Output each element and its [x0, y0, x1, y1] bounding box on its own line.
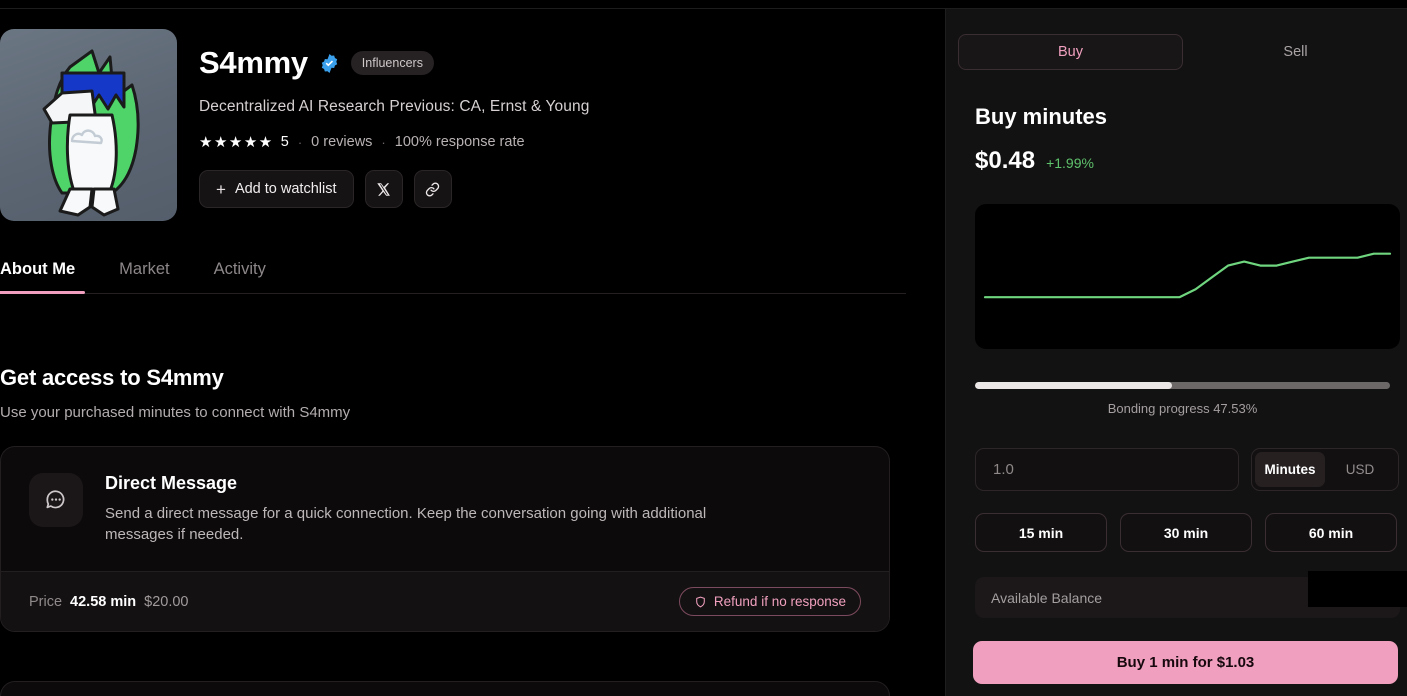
- response-rate: 100% response rate: [394, 134, 525, 150]
- redaction-overlay: [1308, 571, 1407, 607]
- unit-minutes-label: Minutes: [1264, 462, 1316, 477]
- progress-label: Bonding progress 47.53%: [1107, 401, 1258, 416]
- separator: ·: [297, 134, 303, 150]
- direct-message-card[interactable]: Direct Message Send a direct message for…: [0, 446, 890, 633]
- reviews-count: 0 reviews: [311, 134, 373, 150]
- profile-header: S4mmy Influencers Decentralized AI Resea…: [0, 29, 589, 221]
- profile-main-column: S4mmy Influencers Decentralized AI Resea…: [0, 9, 945, 696]
- card-description: Send a direct message for a quick connec…: [105, 505, 707, 543]
- tab-sell[interactable]: Sell: [1183, 34, 1407, 70]
- card-title: Direct Message: [105, 473, 238, 493]
- progress-fill: [975, 382, 1173, 389]
- quick-amount-label: 60 min: [1308, 524, 1354, 541]
- quick-amount-15[interactable]: 15 min: [975, 513, 1107, 552]
- tab-sell-label: Sell: [1283, 44, 1308, 60]
- tab-activity[interactable]: Activity: [214, 260, 266, 293]
- amount-row: Minutes USD: [975, 448, 1399, 491]
- card-footer: Price 42.58 min $20.00 Refund if no resp…: [1, 571, 889, 632]
- trade-price-row: $0.48 +1.99%: [975, 147, 1094, 175]
- price-chart-svg: [983, 252, 1392, 299]
- quick-amount-label: 15 min: [1018, 524, 1064, 541]
- penguin-avatar-icon: [42, 49, 140, 217]
- trade-heading: Buy minutes: [975, 104, 1108, 129]
- quick-amount-row: 15 min 30 min 60 min: [975, 513, 1397, 552]
- verified-badge-icon: [321, 53, 337, 73]
- profile-info: S4mmy Influencers Decentralized AI Resea…: [199, 29, 589, 221]
- price-label: Price: [29, 593, 63, 610]
- quick-amount-30[interactable]: 30 min: [1120, 513, 1252, 552]
- x-twitter-button[interactable]: [364, 170, 403, 208]
- price-change: +1.99%: [1046, 155, 1094, 171]
- profile-actions: + Add to watchlist: [199, 170, 589, 208]
- buy-sell-tabs: Buy Sell: [958, 34, 1407, 70]
- tab-buy-label: Buy: [1058, 44, 1083, 60]
- available-balance-label: Available Balance: [991, 589, 1103, 606]
- price-line: Price 42.58 min $20.00: [29, 594, 189, 610]
- unit-usd[interactable]: USD: [1325, 452, 1395, 487]
- amount-input[interactable]: [975, 448, 1239, 491]
- refund-badge[interactable]: Refund if no response: [678, 587, 861, 617]
- shield-icon: [696, 596, 705, 608]
- price-usd: $20.00: [144, 593, 189, 610]
- unit-toggle: Minutes USD: [1251, 448, 1399, 491]
- card-text: Direct Message Send a direct message for…: [105, 473, 775, 545]
- copy-link-button[interactable]: [413, 170, 452, 208]
- tab-label: Activity: [213, 260, 266, 278]
- tab-buy[interactable]: Buy: [958, 34, 1184, 70]
- price-chart[interactable]: [975, 204, 1400, 349]
- profile-bio: Decentralized AI Research Previous: CA, …: [199, 98, 590, 115]
- section-subtitle: Use your purchased minutes to connect wi…: [0, 404, 351, 421]
- tab-label: Market: [119, 260, 170, 278]
- x-twitter-icon: [377, 182, 390, 196]
- buy-button-label: Buy 1 min for $1.03: [1116, 654, 1255, 671]
- tab-label: About Me: [0, 260, 76, 278]
- tab-about-me[interactable]: About Me: [0, 260, 86, 294]
- add-to-watchlist-label: Add to watchlist: [234, 181, 337, 197]
- chat-bubble-icon: [46, 490, 65, 509]
- separator: ·: [381, 134, 386, 150]
- current-price: $0.48: [975, 147, 1036, 174]
- quick-amount-label: 30 min: [1163, 524, 1209, 541]
- price-minutes: 42.58 min: [70, 593, 137, 610]
- add-to-watchlist-button[interactable]: + Add to watchlist: [199, 170, 354, 208]
- bonding-progress: Bonding progress 47.53%: [975, 382, 1390, 416]
- link-icon: [425, 182, 440, 196]
- chat-bubble-icon-wrap: [29, 473, 83, 527]
- section-title: Get access to S4mmy: [0, 365, 224, 390]
- progress-track: [975, 382, 1390, 389]
- plus-icon: +: [216, 179, 226, 199]
- tab-market[interactable]: Market: [119, 260, 169, 293]
- avatar: [0, 29, 177, 221]
- buy-button[interactable]: Buy 1 min for $1.03: [973, 641, 1398, 684]
- unit-usd-label: USD: [1345, 462, 1375, 477]
- rating-row: ★★★★★ 5 · 0 reviews · 100% response rate: [199, 133, 589, 151]
- status-badge: Influencers: [350, 51, 434, 75]
- profile-tabs: About Me Market Activity: [0, 260, 906, 294]
- rating-value: 5: [280, 134, 289, 150]
- page-title: S4mmy: [199, 45, 308, 80]
- quick-amount-60[interactable]: 60 min: [1265, 513, 1397, 552]
- unit-minutes[interactable]: Minutes: [1255, 452, 1325, 487]
- refund-label: Refund if no response: [713, 594, 846, 610]
- profile-name-row: S4mmy Influencers: [199, 45, 589, 81]
- secondary-offer-card[interactable]: [0, 681, 890, 696]
- card-body: Direct Message Send a direct message for…: [1, 447, 889, 571]
- star-rating-icon: ★★★★★: [199, 134, 274, 151]
